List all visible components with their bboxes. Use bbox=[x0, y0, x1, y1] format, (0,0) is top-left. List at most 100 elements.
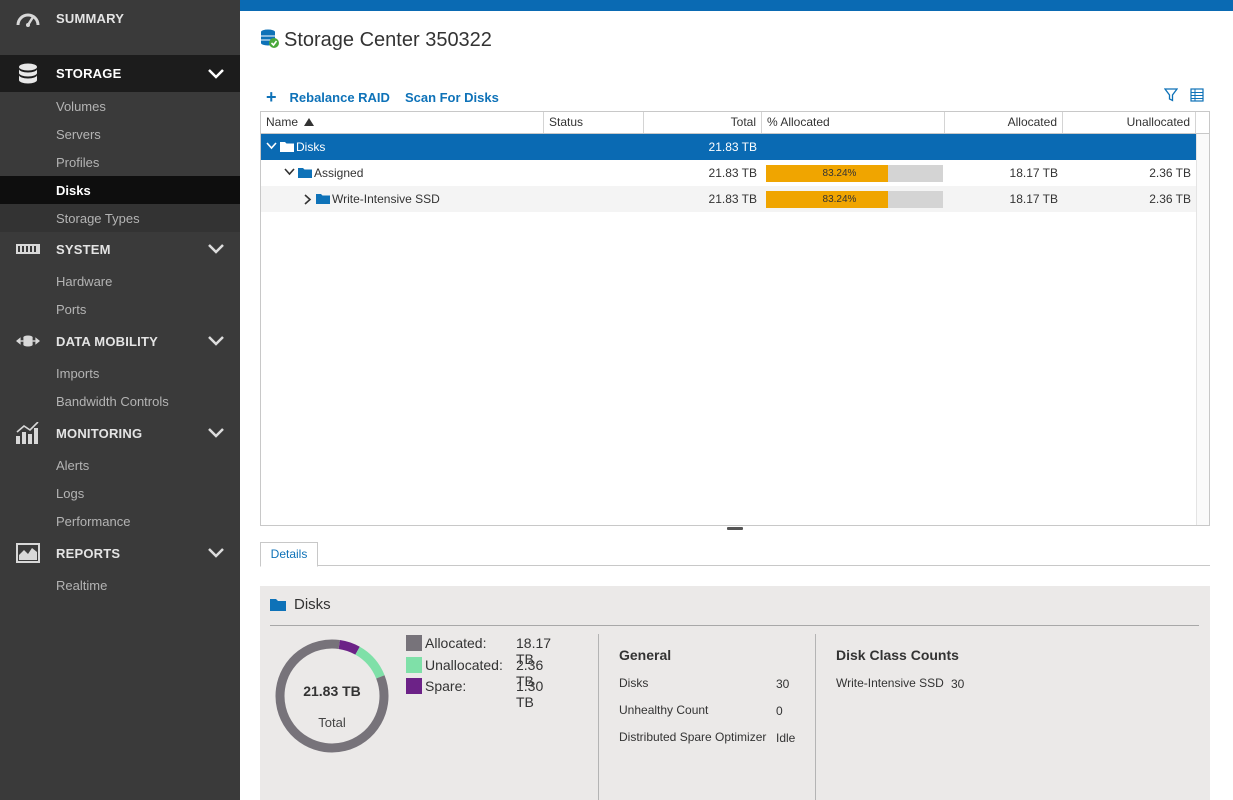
table-row[interactable]: Write-Intensive SSD 21.83 TB 83.24% 18.1… bbox=[261, 186, 1196, 212]
disk-class-label: Write-Intensive SSD bbox=[836, 676, 944, 690]
filter-icon[interactable] bbox=[1164, 88, 1178, 102]
data-move-icon bbox=[16, 330, 40, 352]
sidebar-item-performance[interactable]: Performance bbox=[0, 507, 240, 535]
plus-icon[interactable]: + bbox=[266, 88, 277, 106]
legend-label: Spare: bbox=[425, 678, 467, 694]
folder-icon bbox=[270, 599, 286, 611]
allocation-progress-bar: 83.24% bbox=[766, 191, 943, 208]
row-name: Assigned bbox=[314, 166, 364, 180]
details-panel: Disks 21.83 TB Total Allocated: 18.17 TB… bbox=[260, 586, 1210, 800]
legend-swatch bbox=[406, 656, 422, 673]
nav-data-mobility-label: DATA MOBILITY bbox=[56, 333, 159, 349]
sidebar-item-hardware[interactable]: Hardware bbox=[0, 267, 240, 295]
legend-swatch bbox=[406, 635, 422, 651]
rebalance-raid-button[interactable]: Rebalance RAID bbox=[290, 90, 390, 105]
column-chooser-icon[interactable] bbox=[1190, 88, 1204, 102]
nav-system[interactable]: SYSTEM bbox=[0, 231, 240, 267]
nav-storage-label: STORAGE bbox=[56, 66, 122, 81]
nav-storage[interactable]: STORAGE bbox=[0, 55, 240, 92]
column-header-unallocated[interactable]: Unallocated bbox=[1063, 112, 1196, 133]
chevron-down-icon[interactable] bbox=[207, 335, 225, 347]
allocation-progress-label: 83.24% bbox=[822, 168, 857, 179]
column-header-status[interactable]: Status bbox=[544, 112, 644, 133]
legend-label: Unallocated: bbox=[425, 656, 503, 673]
grid-vertical-scrollbar[interactable] bbox=[1196, 134, 1209, 525]
nav-monitoring-label: MONITORING bbox=[56, 425, 143, 441]
grid-toolbar: + Rebalance RAID Scan For Disks bbox=[266, 87, 514, 107]
sidebar-item-imports[interactable]: Imports bbox=[0, 359, 240, 387]
row-name: Write-Intensive SSD bbox=[332, 192, 440, 206]
pane-splitter-handle[interactable] bbox=[727, 527, 743, 530]
donut-total-caption: Total bbox=[318, 715, 346, 730]
data-mobility-subitems: Imports Bandwidth Controls bbox=[0, 359, 240, 415]
chevron-down-icon[interactable] bbox=[207, 547, 225, 559]
sidebar-item-profiles[interactable]: Profiles bbox=[0, 148, 240, 176]
nav-summary-label: SUMMARY bbox=[56, 11, 125, 26]
sidebar-item-bandwidth-controls[interactable]: Bandwidth Controls bbox=[0, 387, 240, 415]
details-divider bbox=[270, 625, 1199, 626]
general-value-spare-optimizer: Idle bbox=[776, 731, 796, 745]
general-label-disks: Disks bbox=[619, 676, 649, 690]
column-header-pct-allocated[interactable]: % Allocated bbox=[762, 112, 945, 133]
nav-data-mobility[interactable]: DATA MOBILITY bbox=[0, 323, 240, 359]
row-name: Disks bbox=[296, 140, 326, 154]
page-title: Storage Center 350322 bbox=[284, 29, 492, 51]
chevron-down-icon[interactable] bbox=[207, 243, 225, 255]
expand-chevron-right-icon[interactable] bbox=[304, 194, 312, 205]
chevron-down-icon[interactable] bbox=[207, 68, 225, 80]
donut-total-value: 21.83 TB bbox=[303, 683, 361, 699]
storage-center-check-icon bbox=[260, 29, 280, 52]
disks-tree-grid: Name Status Total % Allocated Allocated … bbox=[260, 111, 1210, 526]
table-row[interactable]: Assigned 21.83 TB 83.24% 18.17 TB 2.36 T… bbox=[261, 160, 1196, 186]
table-row[interactable]: Disks 21.83 TB bbox=[261, 134, 1196, 160]
page-header: Storage Center 350322 bbox=[260, 29, 492, 52]
system-subitems: Hardware Ports bbox=[0, 267, 240, 323]
nav-system-label: SYSTEM bbox=[56, 241, 111, 257]
sidebar-item-storage-types[interactable]: Storage Types bbox=[0, 204, 240, 232]
section-divider bbox=[815, 634, 816, 800]
sort-ascending-icon bbox=[304, 118, 315, 126]
top-accent-bar bbox=[240, 0, 1233, 11]
sidebar-item-volumes[interactable]: Volumes bbox=[0, 92, 240, 120]
nav-reports[interactable]: REPORTS bbox=[0, 535, 240, 571]
sidebar-item-disks[interactable]: Disks bbox=[0, 176, 240, 204]
row-allocated: 18.17 TB bbox=[1009, 166, 1058, 180]
details-title: Disks bbox=[270, 596, 331, 613]
sidebar: SUMMARY STORAGE Volumes Servers Profiles… bbox=[0, 0, 240, 800]
column-header-name-label: Name bbox=[266, 115, 299, 129]
allocation-progress-bar: 83.24% bbox=[766, 165, 943, 182]
row-unallocated: 2.36 TB bbox=[1149, 192, 1191, 206]
sidebar-item-realtime[interactable]: Realtime bbox=[0, 571, 240, 599]
sidebar-item-alerts[interactable]: Alerts bbox=[0, 451, 240, 479]
expand-chevron-down-icon[interactable] bbox=[266, 142, 277, 150]
reports-subitems: Realtime bbox=[0, 571, 240, 599]
bar-chart-icon bbox=[16, 422, 40, 444]
chevron-down-icon[interactable] bbox=[207, 427, 225, 439]
section-divider bbox=[598, 634, 599, 800]
general-heading: General bbox=[619, 647, 672, 663]
row-unallocated: 2.36 TB bbox=[1149, 166, 1191, 180]
disk-class-value: 30 bbox=[951, 677, 965, 691]
column-header-name[interactable]: Name bbox=[261, 112, 544, 133]
expand-chevron-down-icon[interactable] bbox=[284, 168, 295, 176]
scan-for-disks-button[interactable]: Scan For Disks bbox=[405, 90, 499, 105]
tab-details[interactable]: Details bbox=[260, 542, 318, 567]
sidebar-item-logs[interactable]: Logs bbox=[0, 479, 240, 507]
nav-reports-label: REPORTS bbox=[56, 545, 121, 561]
hardware-rack-icon bbox=[16, 238, 40, 260]
folder-icon bbox=[298, 168, 312, 178]
details-title-label: Disks bbox=[294, 596, 331, 613]
row-total: 21.83 TB bbox=[708, 192, 757, 206]
nav-summary[interactable]: SUMMARY bbox=[0, 0, 240, 37]
capacity-donut-chart: 21.83 TB Total bbox=[272, 636, 392, 756]
general-label-unhealthy: Unhealthy Count bbox=[619, 703, 709, 717]
disk-class-heading: Disk Class Counts bbox=[836, 647, 959, 663]
column-header-total[interactable]: Total bbox=[644, 112, 762, 133]
grid-body: Disks 21.83 TB Assigned 21.83 TB 83.24% … bbox=[261, 134, 1196, 524]
column-header-allocated[interactable]: Allocated bbox=[945, 112, 1063, 133]
sidebar-item-ports[interactable]: Ports bbox=[0, 295, 240, 323]
general-value-disks: 30 bbox=[776, 677, 790, 691]
sidebar-item-servers[interactable]: Servers bbox=[0, 120, 240, 148]
general-value-unhealthy: 0 bbox=[776, 704, 783, 718]
nav-monitoring[interactable]: MONITORING bbox=[0, 415, 240, 451]
